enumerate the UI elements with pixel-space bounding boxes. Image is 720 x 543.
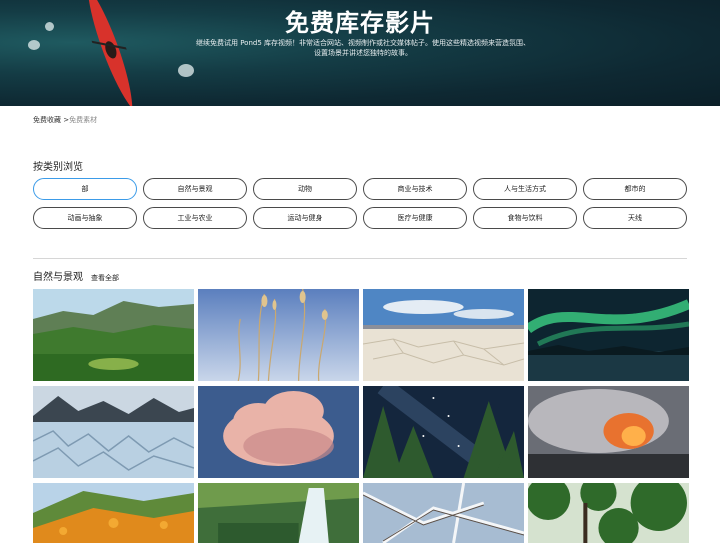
- category-pill-people[interactable]: 人与生活方式: [473, 178, 577, 200]
- category-pill-urban[interactable]: 都市的: [583, 178, 687, 200]
- thumbnail-green-mountain-valley[interactable]: [33, 289, 194, 381]
- page-title: 免费库存影片: [285, 9, 435, 37]
- category-pill-business[interactable]: 商业与技术: [363, 178, 467, 200]
- category-pill-animals[interactable]: 动物: [253, 178, 357, 200]
- category-pill-medical[interactable]: 医疗与健康: [363, 207, 467, 229]
- category-pill-aerial[interactable]: 天线: [583, 207, 687, 229]
- hero-description: 继续免费试用 Pond5 库存视频！非常适合网站、视频制作或社交媒体帖子。使用这…: [195, 39, 531, 57]
- breadcrumb-separator: >: [61, 116, 70, 124]
- view-all-link[interactable]: 查看全部: [91, 273, 119, 283]
- thumbnail-grass-stems-sky[interactable]: [198, 289, 359, 381]
- category-pill-food[interactable]: 食物与饮料: [473, 207, 577, 229]
- category-pill-animation[interactable]: 动画与抽象: [33, 207, 137, 229]
- hero-banner: 免费库存影片 继续免费试用 Pond5 库存视频！非常适合网站、视频制作或社交媒…: [0, 0, 720, 106]
- section-divider: [33, 258, 687, 259]
- category-pill-list: 部 自然与景观 动物 商业与技术 人与生活方式 都市的 动画与抽象 工业与农业 …: [33, 178, 687, 229]
- category-pill-nature[interactable]: 自然与景观: [143, 178, 247, 200]
- water-splash: [178, 64, 194, 77]
- breadcrumb-current: 免费素材: [69, 116, 98, 124]
- thumbnail-forest-canopy[interactable]: [528, 483, 689, 543]
- section-title: 自然与景观: [33, 272, 83, 283]
- section-header: 自然与景观 查看全部: [33, 268, 119, 283]
- category-pill-sports[interactable]: 运动与健身: [253, 207, 357, 229]
- thumbnail-orange-wildflowers[interactable]: [33, 483, 194, 543]
- thumbnail-glacier-mountains[interactable]: [33, 386, 194, 478]
- breadcrumb: 免费收藏 >免费素材: [33, 115, 97, 125]
- thumbnail-lava-steam-ocean[interactable]: [528, 386, 689, 478]
- thumbnail-starry-forest[interactable]: [363, 386, 524, 478]
- thumbnail-salt-flats[interactable]: [363, 289, 524, 381]
- thumbnail-waterfall-green[interactable]: [198, 483, 359, 543]
- browse-heading: 按类别浏览: [33, 162, 83, 173]
- video-thumbnail-grid: [33, 289, 689, 543]
- thumbnail-pink-cloud[interactable]: [198, 386, 359, 478]
- category-pill-industry[interactable]: 工业与农业: [143, 207, 247, 229]
- thumbnail-aurora-lake[interactable]: [528, 289, 689, 381]
- category-pill-all[interactable]: 部: [33, 178, 137, 200]
- thumbnail-snowy-branches[interactable]: [363, 483, 524, 543]
- breadcrumb-root-link[interactable]: 免费收藏: [33, 116, 61, 124]
- water-splash: [28, 40, 40, 50]
